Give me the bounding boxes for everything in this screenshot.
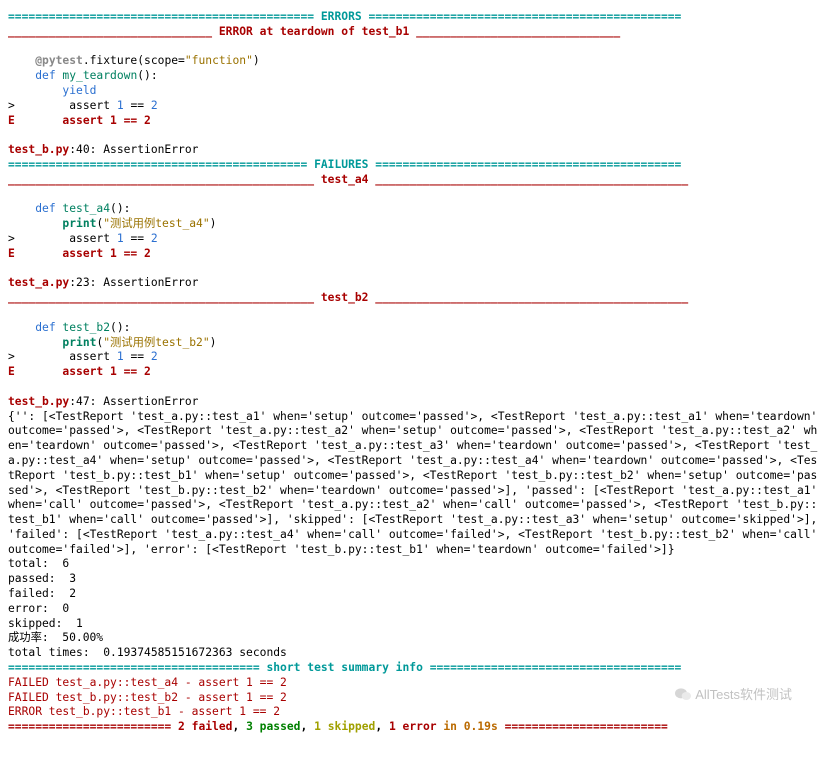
rule-summary-r: ===================================== [430, 661, 682, 674]
summary-l2: FAILED test_b.py::test_b2 - assert 1 == … [8, 691, 287, 704]
fn3-sig: (): [110, 321, 130, 334]
fn2-msg: "测试用例test_a4" [103, 217, 209, 230]
stat-passed: passed: 3 [8, 572, 76, 585]
stat-rate: 成功率: 50.00% [8, 631, 103, 644]
fn2-def: def [8, 202, 56, 215]
stat-skipped: skipped: 1 [8, 617, 83, 630]
fn2-assert: assert 1 == 2 [15, 232, 158, 245]
fn2-pclose: ) [210, 217, 217, 230]
fn1-yield: yield [8, 84, 96, 97]
fn3-e-line: E assert 1 == 2 [8, 365, 151, 378]
terminal-output: ========================================… [0, 0, 832, 743]
decorator-rest: .fixture(scope= [83, 54, 185, 67]
fn3-def: def [8, 321, 56, 334]
rule-test-b2-r: ________________________________________… [375, 291, 688, 304]
final-eq-l: ======================== [8, 720, 178, 733]
header-error-teardown: ERROR at teardown of test_b1 [212, 25, 416, 38]
fn2-name: test_a4 [56, 202, 110, 215]
stat-failed: failed: 2 [8, 587, 76, 600]
final-eq-r: ======================== [498, 720, 668, 733]
rule-test-a4: ________________________________________… [8, 173, 314, 186]
rule-errors-r: ========================================… [368, 10, 681, 23]
decorator-arg: "function" [185, 54, 253, 67]
final-c2: , [301, 720, 315, 733]
final-passed: 3 passed [246, 720, 300, 733]
summary-l1: FAILED test_a.py::test_a4 - assert 1 == … [8, 676, 287, 689]
fn3-print: print [8, 336, 96, 349]
rule-failures-r: ========================================… [375, 158, 681, 171]
dict-dump: {'': [<TestReport 'test_a.py::test_a1' w… [8, 410, 824, 556]
fn3-pclose: ) [210, 336, 217, 349]
header-summary: short test summary info [260, 661, 430, 674]
summary-l3: ERROR test_b.py::test_b1 - assert 1 == 2 [8, 705, 280, 718]
stat-error: error: 0 [8, 602, 69, 615]
header-errors: ERRORS [314, 10, 368, 23]
rule-test-a4-r: ________________________________________… [375, 173, 688, 186]
header-test-b2: test_b2 [314, 291, 375, 304]
fn1-sig: (): [137, 69, 157, 82]
fn2-loc-rest: :23: AssertionError [69, 276, 198, 289]
final-failed: 2 failed [178, 720, 232, 733]
decorator-close: ) [253, 54, 260, 67]
final-error: 1 error [389, 720, 437, 733]
rule-error-teardown-r: ______________________________ [416, 25, 620, 38]
rule-summary: ===================================== [8, 661, 260, 674]
stat-total: total: 6 [8, 557, 69, 570]
fn3-msg: "测试用例test_b2" [103, 336, 209, 349]
fn2-print: print [8, 217, 96, 230]
header-test-a4: test_a4 [314, 173, 375, 186]
fn1-name: my_teardown [56, 69, 138, 82]
fn1-def: def [8, 69, 56, 82]
fn2-e-line: E assert 1 == 2 [8, 247, 151, 260]
rule-errors: ========================================… [8, 10, 314, 23]
fn1-assert: assert 1 == 2 [15, 99, 158, 112]
rule-failures: ========================================… [8, 158, 307, 171]
fn3-loc: test_b.py [8, 395, 69, 408]
fn3-loc-rest: :47: AssertionError [69, 395, 198, 408]
fn2-loc: test_a.py [8, 276, 69, 289]
final-skipped: 1 skipped [314, 720, 375, 733]
decorator-pytest: @pytest [8, 54, 83, 67]
fn1-loc: test_b.py [8, 143, 69, 156]
final-c3: , [375, 720, 389, 733]
rule-error-teardown: ______________________________ [8, 25, 212, 38]
final-time: in 0.19s [437, 720, 498, 733]
fn3-name: test_b2 [56, 321, 110, 334]
fn3-assert: assert 1 == 2 [15, 350, 158, 363]
fn1-e-line: E assert 1 == 2 [8, 114, 151, 127]
rule-test-b2: ________________________________________… [8, 291, 314, 304]
stat-times: total times: 0.19374585151672363 seconds [8, 646, 287, 659]
final-c1: , [232, 720, 246, 733]
fn1-loc-rest: :40: AssertionError [69, 143, 198, 156]
header-failures: FAILURES [307, 158, 375, 171]
fn2-sig: (): [110, 202, 130, 215]
